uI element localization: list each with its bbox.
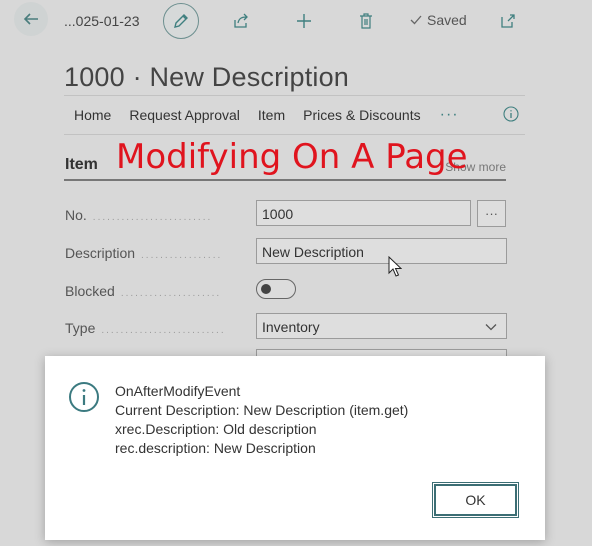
chevron-down-icon [485,324,497,331]
dot-leader: .......................... [101,325,226,336]
description-field[interactable]: New Description [256,238,507,264]
dialog-line: Current Description: New Description (it… [115,402,409,418]
field-label-text: Type [65,320,96,336]
field-label-description: Description................. [65,245,250,261]
no-assist-button[interactable]: ··· [477,200,506,227]
checkmark-icon [410,15,422,25]
dialog-line: OnAfterModifyEvent [115,383,241,399]
plus-icon [297,14,311,28]
dot-leader: ................. [141,250,223,261]
dialog-message: OnAfterModifyEvent Current Description: … [115,382,408,458]
field-label-blocked: Blocked..................... [65,283,250,299]
field-label-text: Blocked [65,283,115,299]
more-actions-button[interactable]: ··· [430,106,459,124]
action-prices-discounts[interactable]: Prices & Discounts [294,107,429,123]
dot-leader: ......................... [92,212,213,223]
info-icon [503,106,519,122]
dialog-line: xrec.Description: Old description [115,421,317,437]
top-toolbar: ...025-01-23 Saved [0,0,592,42]
share-icon [234,13,248,28]
section-title[interactable]: Item [65,156,98,174]
field-label-text: Description [65,245,136,261]
ok-button[interactable]: OK [432,482,519,518]
dot-leader: ..................... [120,288,222,299]
trash-icon [360,13,372,29]
action-item[interactable]: Item [249,107,294,123]
share-button[interactable] [231,11,251,31]
type-select[interactable]: Inventory [256,313,507,339]
field-label-no: No.......................... [65,207,250,223]
mouse-cursor-icon [388,256,402,277]
delete-button[interactable] [356,11,376,31]
new-button[interactable] [294,11,314,31]
pencil-icon [174,14,188,28]
saved-status: Saved [409,12,467,28]
back-button[interactable] [14,2,48,36]
page-title: 1000 · New Description [64,62,350,93]
info-icon [69,382,99,412]
edit-button[interactable] [163,3,199,39]
type-select-value: Inventory [262,319,320,335]
blocked-toggle[interactable] [256,279,296,299]
open-new-window-button[interactable] [498,11,518,31]
saved-label: Saved [427,12,467,28]
dialog-line: rec.description: New Description [115,440,316,456]
breadcrumb[interactable]: ...025-01-23 [64,13,140,29]
action-home[interactable]: Home [64,107,120,123]
action-bar: Home Request Approval Item Prices & Disc… [64,95,525,135]
open-new-window-icon [501,14,515,28]
field-label-text: No. [65,207,87,223]
overlay-caption: Modifying On A Page [116,137,468,177]
action-request-approval[interactable]: Request Approval [120,107,249,123]
arrow-left-icon [23,13,38,25]
field-label-type: Type.......................... [65,320,250,336]
no-field[interactable]: 1000 [256,200,471,226]
info-button[interactable] [503,106,519,127]
message-dialog: OnAfterModifyEvent Current Description: … [45,356,545,540]
